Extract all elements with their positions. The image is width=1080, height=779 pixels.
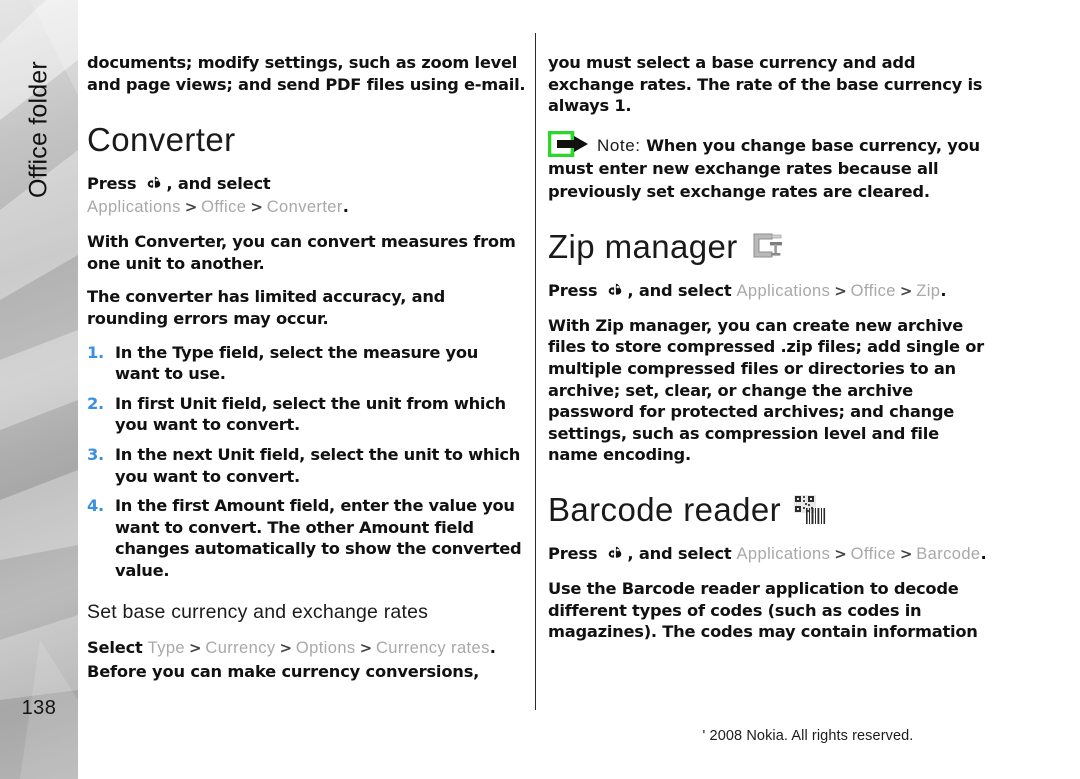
path-barcode: Barcode [916, 544, 981, 563]
path-converter: Converter [266, 198, 343, 217]
path-office: Office [850, 281, 896, 300]
nokia-menu-key-icon [145, 175, 163, 193]
path-applications: Applications [736, 281, 831, 300]
chapter-title: Office folder [24, 61, 53, 199]
and-select-label: , and select [627, 280, 732, 300]
zip-manager-heading-text: Zip manager [548, 227, 738, 265]
list-item: 3. In the next Unit field, select the un… [87, 444, 527, 487]
path-office: Office [850, 544, 896, 563]
step-text: In the next Unit field, select the unit … [115, 444, 521, 486]
zip-manager-paragraph: With Zip manager, you can create new arc… [548, 315, 984, 465]
press-label: Press [87, 174, 137, 194]
converter-heading: Converter [87, 122, 527, 158]
path-applications: Applications [736, 544, 831, 563]
note-block: Note: When you change base currency, you… [547, 130, 988, 203]
column-divider [535, 33, 536, 710]
barcode-reader-heading-text: Barcode reader [548, 490, 782, 528]
note-arrow-icon [547, 130, 592, 158]
step-number: 2. [87, 393, 104, 413]
page-content: documents; modify settings, such as zoom… [78, 0, 1080, 779]
path-separator: > [359, 638, 373, 657]
path-period: . [940, 280, 947, 300]
path-separator: > [899, 544, 913, 563]
barcode-press-line: Press , and select Applications > Office > B… [548, 542, 988, 566]
press-label: Press [548, 280, 598, 300]
converter-paragraph-1: With Converter, you can convert measures… [87, 232, 516, 273]
list-item: 4. In the first Amount field, enter the … [87, 495, 527, 581]
barcode-reader-heading: Barcode reader [548, 490, 988, 528]
left-column: documents; modify settings, such as zoom… [87, 52, 527, 695]
note-label: Note: [597, 135, 641, 155]
list-item: 1. In the Type field, select the measure… [87, 342, 527, 385]
path-separator: > [834, 281, 847, 300]
and-select-label: , and select [627, 543, 732, 563]
path-zip: Zip [916, 281, 941, 300]
nokia-menu-key-icon [606, 545, 624, 563]
path-period: . [980, 543, 987, 563]
converter-steps-list: 1. In the Type field, select the measure… [87, 342, 527, 582]
press-label: Press [548, 543, 598, 563]
path-separator: > [279, 638, 293, 657]
path-currency: Currency [205, 638, 276, 657]
clamp-compression-icon [750, 231, 784, 263]
step-text: In first Unit field, select the unit fro… [115, 393, 506, 435]
converter-paragraph-2: The converter has limited accuracy, and … [87, 287, 446, 328]
step-number: 4. [87, 496, 104, 516]
right-column: you must select a base currency and add … [547, 52, 988, 655]
path-separator: > [250, 198, 263, 217]
barcode-qr-icon [793, 494, 827, 526]
intro-paragraph: documents; modify settings, such as zoom… [87, 53, 526, 94]
path-type: Type [147, 638, 185, 657]
zip-press-line: Press , and select Applications > Office > Z… [548, 279, 988, 303]
path-period: . [342, 197, 349, 217]
list-item: 2. In first Unit field, select the unit … [87, 393, 527, 436]
path-separator: > [899, 281, 913, 300]
path-currency-rates: Currency rates [375, 638, 490, 657]
footer-copyright: ' 2008 Nokia. All rights reserved. [702, 728, 914, 744]
barcode-reader-paragraph: Use the Barcode reader application to de… [548, 578, 978, 642]
converter-press-line: Press , and select Applications > Office > C… [87, 172, 527, 219]
select-label: Select [87, 637, 143, 657]
page-number: 138 [21, 697, 57, 719]
and-select-label: , and select [166, 174, 271, 194]
nokia-menu-key-icon [606, 282, 624, 300]
converter-heading-text: Converter [87, 121, 236, 159]
chapter-sidebar: Office folder 138 [0, 0, 78, 779]
step-text: In the first Amount field, enter the val… [115, 496, 522, 580]
path-separator: > [184, 198, 198, 217]
step-number: 3. [87, 444, 104, 464]
path-options: Options [295, 638, 356, 657]
path-office: Office [201, 198, 247, 217]
step-number: 1. [87, 342, 104, 362]
path-separator: > [834, 544, 847, 563]
path-applications: Applications [87, 198, 181, 217]
set-base-currency-heading: Set base currency and exchange rates [87, 600, 429, 623]
step-text: In the Type field, select the measure yo… [115, 342, 478, 384]
select-currency-rates-line: Select Type > Currency > Options > Currency ra… [87, 636, 527, 683]
continuation-paragraph: you must select a base currency and add … [548, 53, 983, 116]
zip-manager-heading: Zip manager [548, 227, 988, 265]
path-separator: > [189, 638, 202, 657]
